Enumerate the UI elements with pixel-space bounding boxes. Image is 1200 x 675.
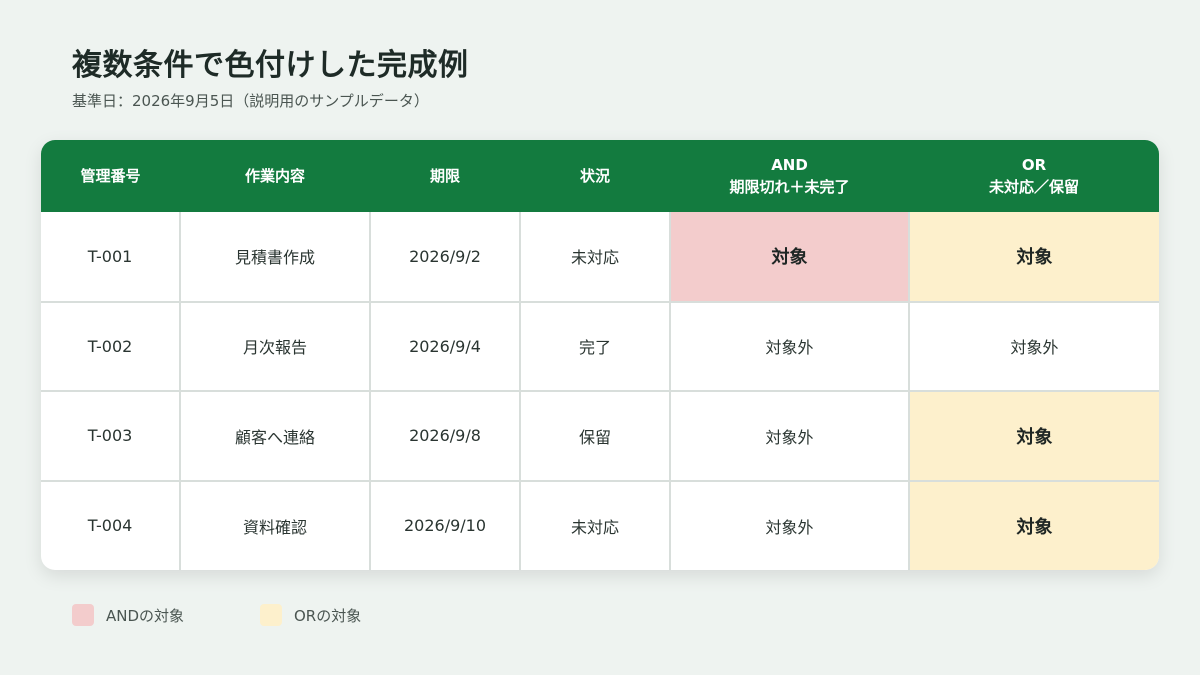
cell-due: 2026/9/4 xyxy=(370,301,521,392)
task-table-card: 管理番号 作業内容 期限 状況 AND 期限切れ＋未完了 OR 未対応／保留 T… xyxy=(41,140,1159,570)
task-table: 管理番号 作業内容 期限 状況 AND 期限切れ＋未完了 OR 未対応／保留 T… xyxy=(41,140,1159,570)
cell-task: 顧客へ連絡 xyxy=(180,391,371,482)
header-status: 状況 xyxy=(520,140,670,212)
cell-due: 2026/9/10 xyxy=(370,480,521,570)
header-or: OR 未対応／保留 xyxy=(909,140,1159,212)
legend-or-swatch xyxy=(260,604,282,626)
table-header-row: 管理番号 作業内容 期限 状況 AND 期限切れ＋未完了 OR 未対応／保留 xyxy=(41,140,1159,212)
header-task: 作業内容 xyxy=(180,140,370,212)
cell-and: 対象 xyxy=(670,212,910,303)
cell-or: 対象 xyxy=(909,212,1159,303)
cell-and: 対象外 xyxy=(670,301,910,392)
cell-and: 対象外 xyxy=(670,391,910,482)
cell-or: 対象 xyxy=(909,391,1159,482)
cell-task: 資料確認 xyxy=(180,480,371,570)
cell-status: 未対応 xyxy=(520,480,671,570)
cell-id: T-004 xyxy=(41,480,181,570)
cell-id: T-003 xyxy=(41,391,181,482)
cell-id: T-001 xyxy=(41,212,181,303)
legend-and: ANDの対象 xyxy=(72,604,184,626)
cell-due: 2026/9/2 xyxy=(370,212,521,303)
cell-status: 未対応 xyxy=(520,212,671,303)
cell-id: T-002 xyxy=(41,301,181,392)
legend-and-swatch xyxy=(72,604,94,626)
header-and: AND 期限切れ＋未完了 xyxy=(670,140,909,212)
cell-or: 対象 xyxy=(909,480,1159,570)
cell-and: 対象外 xyxy=(670,480,910,570)
cell-status: 完了 xyxy=(520,301,671,392)
page-title: 複数条件で色付けした完成例 xyxy=(72,48,469,83)
table-row: T-002 月次報告 2026/9/4 完了 対象外 対象外 xyxy=(41,301,1159,392)
cell-or: 対象外 xyxy=(909,301,1159,392)
table-row: T-003 顧客へ連絡 2026/9/8 保留 対象外 対象 xyxy=(41,391,1159,482)
cell-task: 見積書作成 xyxy=(180,212,371,303)
page-subtitle: 基準日：2026年9月5日（説明用のサンプルデータ） xyxy=(72,92,429,110)
legend-or-label: ORの対象 xyxy=(294,606,362,625)
cell-status: 保留 xyxy=(520,391,671,482)
page: 複数条件で色付けした完成例 基準日：2026年9月5日（説明用のサンプルデータ）… xyxy=(0,0,1200,675)
cell-due: 2026/9/8 xyxy=(370,391,521,482)
table-row: T-001 見積書作成 2026/9/2 未対応 対象 対象 xyxy=(41,212,1159,303)
table-row: T-004 資料確認 2026/9/10 未対応 対象外 対象 xyxy=(41,480,1159,570)
header-id: 管理番号 xyxy=(41,140,180,212)
header-due: 期限 xyxy=(370,140,520,212)
legend-or: ORの対象 xyxy=(260,604,361,626)
legend-and-label: ANDの対象 xyxy=(106,606,185,625)
cell-task: 月次報告 xyxy=(180,301,371,392)
